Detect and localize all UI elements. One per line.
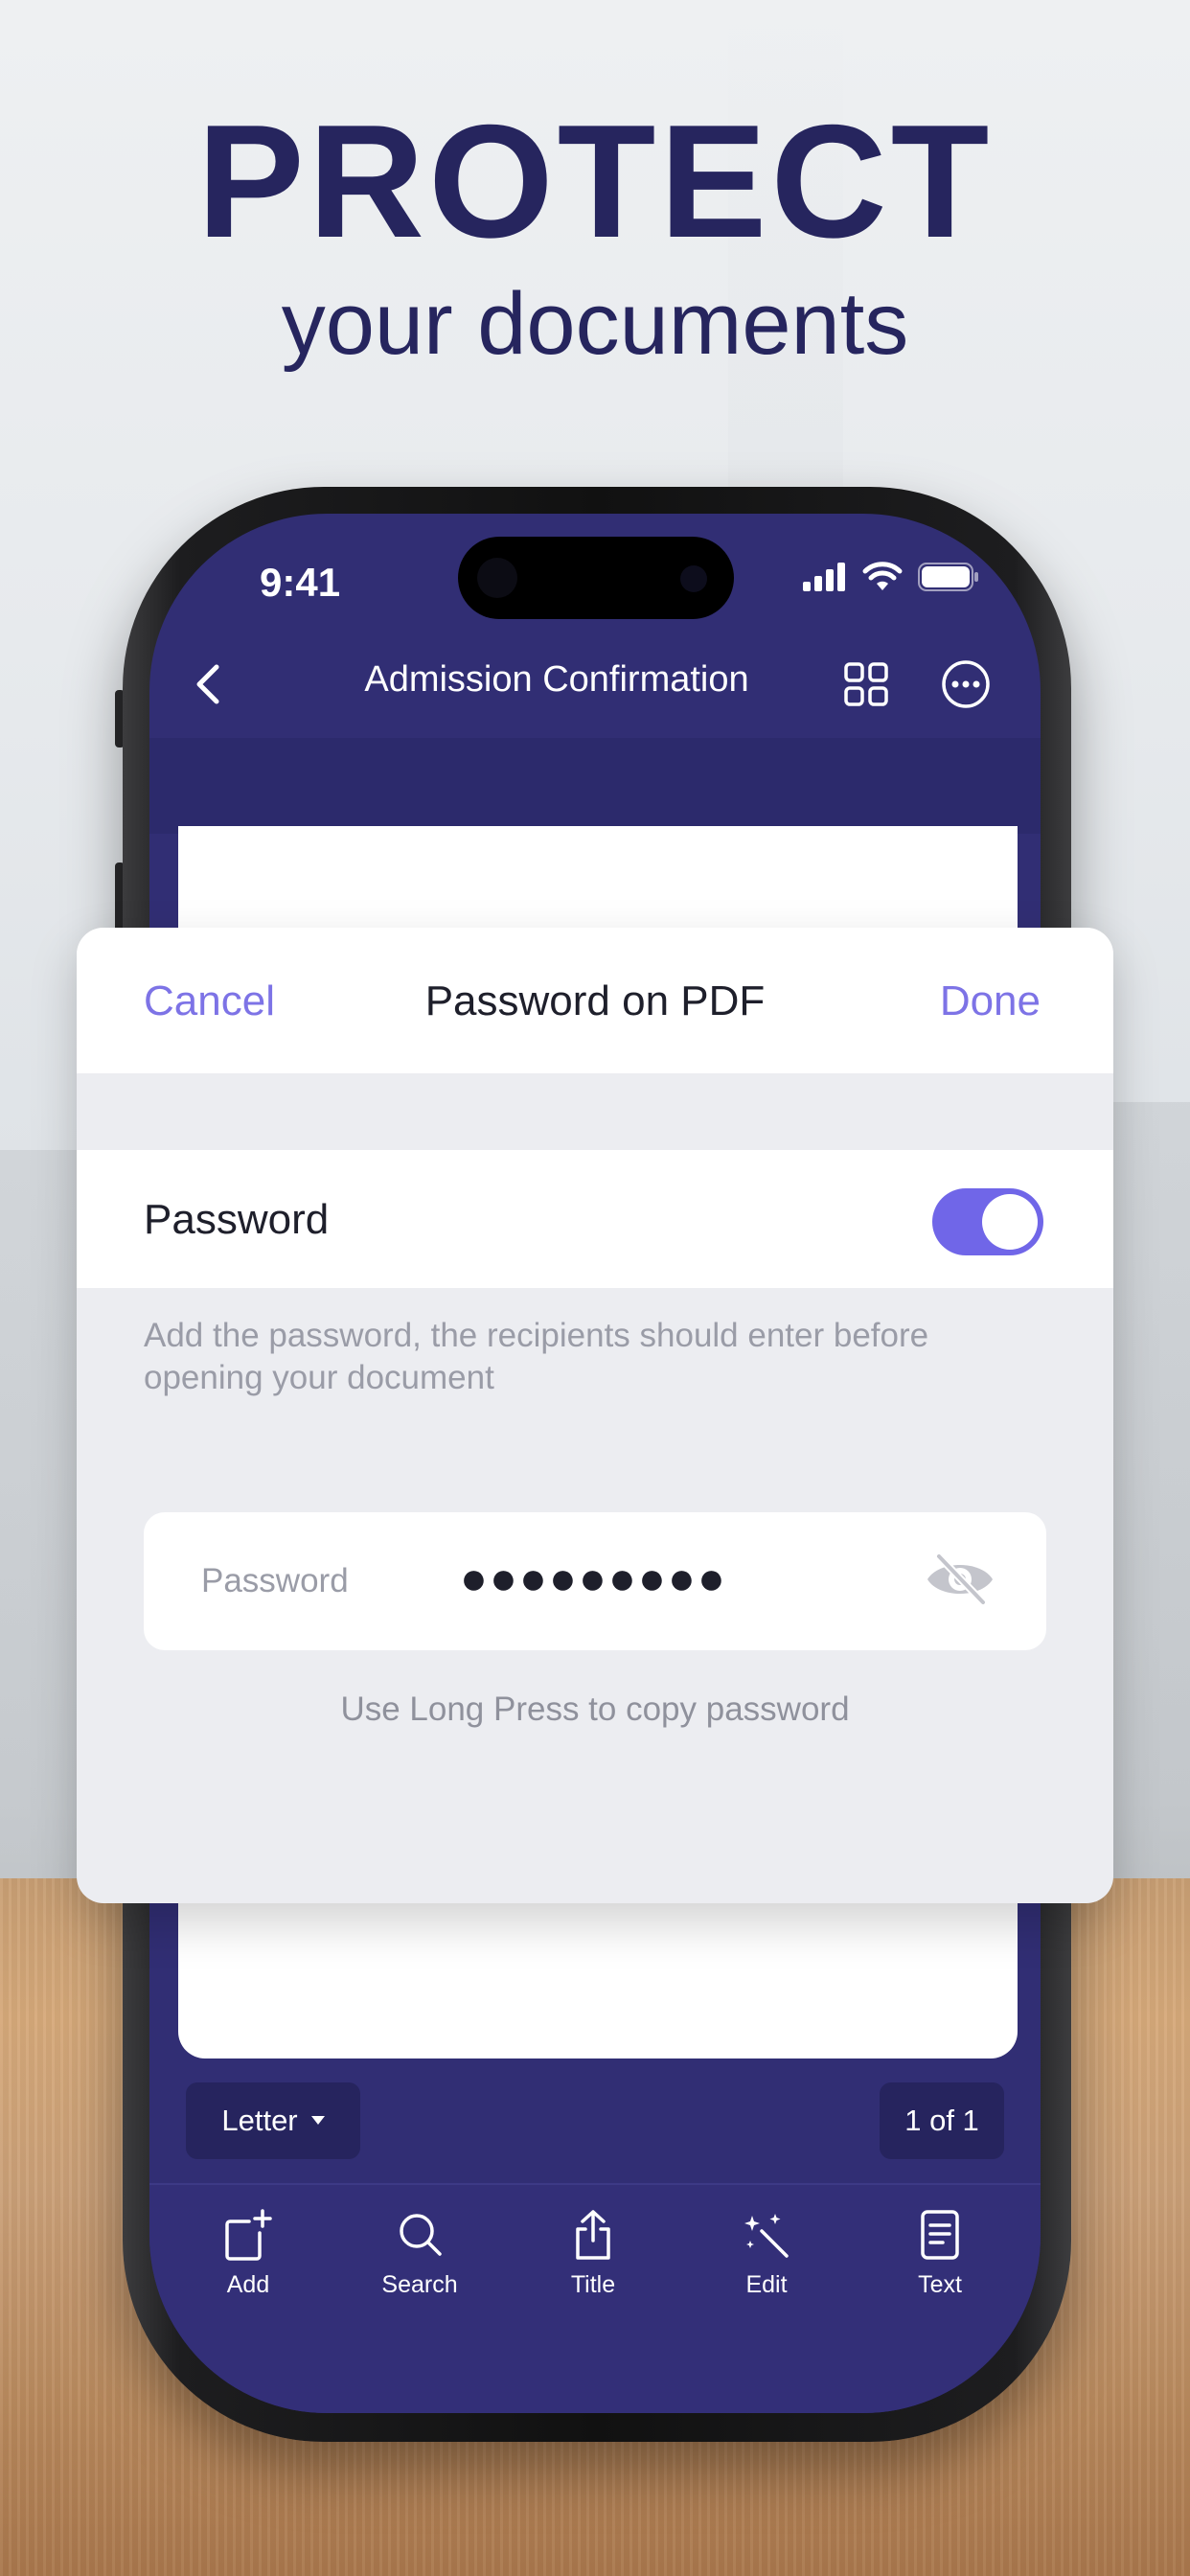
password-input[interactable]: ●●●●●●●●● [460,1552,727,1605]
toolbar-add-button[interactable]: Add [191,2208,306,2299]
toolbar-search-button[interactable]: Search [362,2208,477,2299]
password-field-label: Password [201,1562,349,1599]
toolbar-text-button[interactable]: Text [882,2208,997,2299]
toolbar-title-label: Title [570,2271,616,2298]
signal-icon [803,563,845,591]
status-icons [803,562,979,592]
toolbar-text-label: Text [918,2271,962,2298]
toggle-knob [982,1194,1038,1250]
password-toggle-row: Password [77,1150,1113,1288]
document-header-strip [149,738,1041,834]
document-text-icon [921,2210,959,2260]
password-hint: Add the password, the recipients should … [144,1317,929,1396]
eye-slash-icon[interactable] [924,1552,996,1606]
subheadline: your documents [281,275,909,373]
password-sheet: Cancel Password on PDF Done Password Add… [77,928,1113,1903]
page-counter: 1 of 1 [880,2082,1004,2159]
caret-down-icon [310,2116,325,2125]
toolbar-search-label: Search [381,2271,458,2298]
dynamic-island [458,537,734,619]
password-field[interactable]: Password ●●●●●●●●● [144,1512,1046,1650]
toolbar-edit-label: Edit [745,2271,788,2298]
back-chevron-icon[interactable] [188,661,234,707]
toolbar-title-button[interactable]: Title [536,2208,651,2299]
nav-bar: Admission Confirmation [149,636,1041,732]
password-toggle[interactable] [932,1188,1043,1255]
battery-icon [918,563,978,591]
toolbar-edit-button[interactable]: Edit [709,2208,824,2299]
page-size-button[interactable]: Letter [186,2082,360,2159]
status-time: 9:41 [260,560,341,605]
share-icon [576,2210,610,2260]
magic-wand-icon [744,2214,789,2258]
document-title: Admission Confirmation [364,659,749,700]
headline: PROTECT [196,91,994,271]
done-button[interactable]: Done [940,978,1041,1025]
toolbar-add-label: Add [226,2271,270,2298]
bottom-toolbar: Add Search Title Edit Text [149,2183,1041,2413]
page-size-label: Letter [221,2104,298,2137]
copy-password-hint: Use Long Press to copy password [340,1690,850,1728]
add-page-icon [225,2209,272,2261]
more-options-icon[interactable] [941,659,991,709]
cancel-button[interactable]: Cancel [144,978,275,1025]
grid-view-icon[interactable] [843,661,889,707]
search-icon [400,2214,442,2256]
password-toggle-label: Password [144,1196,330,1243]
wifi-icon [862,562,903,590]
sheet-header: Cancel Password on PDF Done [77,928,1113,1073]
